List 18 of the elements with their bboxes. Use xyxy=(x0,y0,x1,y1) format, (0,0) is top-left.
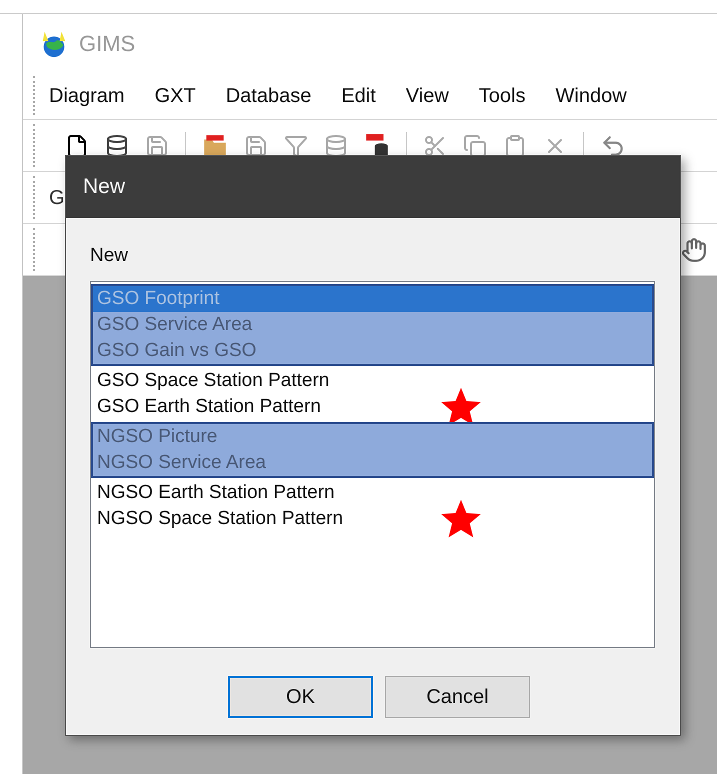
dialog-title: New xyxy=(83,174,126,200)
window-title: GIMS xyxy=(79,30,136,58)
list-item[interactable]: GSO Space Station Pattern xyxy=(93,368,652,394)
menu-item[interactable]: Window xyxy=(556,80,627,110)
ok-button[interactable]: OK xyxy=(228,676,373,718)
menu-item[interactable]: Tools xyxy=(478,80,526,110)
menu-item[interactable]: Database xyxy=(226,80,312,110)
menu-item[interactable]: Diagram xyxy=(49,80,125,110)
menu-item[interactable]: GXT xyxy=(154,80,196,110)
menu-item[interactable]: Edit xyxy=(341,80,376,110)
list-item[interactable]: GSO Earth Station Pattern xyxy=(93,394,652,420)
list-item[interactable]: NGSO Earth Station Pattern xyxy=(93,480,652,506)
list-item[interactable]: NGSO Space Station Pattern xyxy=(93,506,652,532)
menu-item[interactable]: View xyxy=(406,80,449,110)
list-box[interactable]: GSO Footprint GSO Service Area GSO Gain vs GSO GSO Space Station Pattern GSO Earth Station Pattern NGSO Picture NGSO Service Area NGSO Earth Station Pattern NGSO Space Station Pattern xyxy=(90,280,655,648)
field-label: New xyxy=(90,244,130,268)
toolbar-label: G xyxy=(49,186,65,210)
cancel-button[interactable]: Cancel xyxy=(385,676,530,718)
